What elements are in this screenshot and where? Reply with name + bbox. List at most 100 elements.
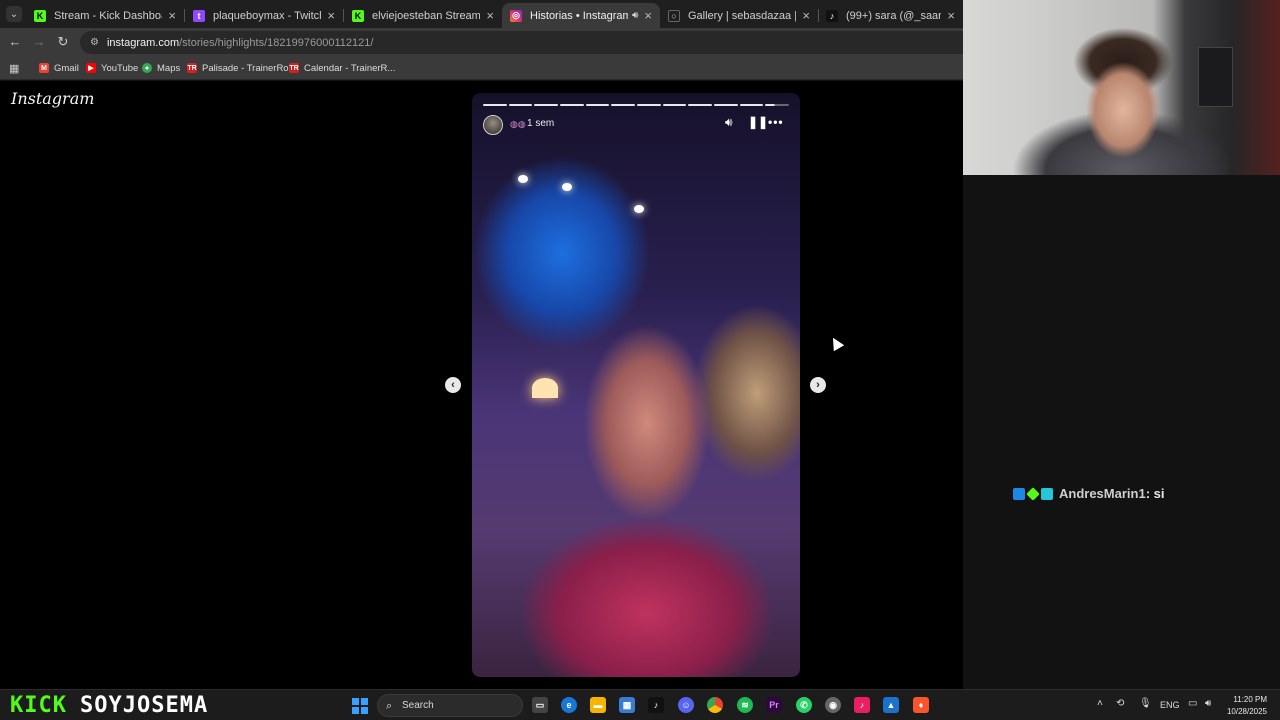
site-info-icon[interactable]: ⚙ [90, 37, 99, 48]
clock-time: 11:20 PM [1233, 695, 1267, 704]
mouse-cursor-icon [827, 334, 845, 352]
brave-icon[interactable]: ♦ [913, 697, 929, 713]
file-explorer-icon[interactable]: ▬ [590, 697, 606, 713]
obs-icon[interactable]: ◉ [825, 697, 841, 713]
story-progress-segment [688, 104, 713, 106]
bookmark-label: Palisade - TrainerRo... [202, 62, 297, 74]
stage-light [634, 205, 644, 213]
bookmark-label: Calendar - TrainerR... [304, 62, 396, 74]
language-indicator[interactable]: ENG [1160, 700, 1180, 710]
close-tab-icon[interactable]: × [802, 8, 810, 23]
story-viewer[interactable]: ◍◍ 1 sem 🔊︎ ❚❚ ••• [472, 93, 800, 677]
mute-icon[interactable]: 🔊︎ [725, 115, 733, 130]
tab-kick-dashboard[interactable]: K Stream - Kick Dashboard × [26, 3, 185, 28]
microphone-icon[interactable]: 🎙︎ [1139, 698, 1152, 709]
pause-icon[interactable]: ❚❚ [748, 115, 768, 129]
tiktok-studio-icon[interactable]: ♪ [854, 697, 870, 713]
tab-title: plaqueboymax - Twitch [213, 9, 322, 22]
tab-twitch[interactable]: t plaqueboymax - Twitch × [185, 3, 344, 28]
stage-light [562, 183, 572, 191]
discord-icon[interactable]: ☺ [678, 697, 694, 713]
network-icon[interactable]: ▭ [1188, 698, 1197, 709]
bookmark-maps[interactable]: ● Maps [142, 61, 180, 75]
story-progress-segment [739, 104, 764, 106]
tray-chevron-icon[interactable]: ˄ [1097, 698, 1103, 709]
reload-icon[interactable]: ↻ [55, 34, 71, 50]
close-tab-icon[interactable]: × [327, 8, 335, 23]
tab-search-menu-icon[interactable]: ⌄ [6, 6, 22, 22]
spotify-icon[interactable]: ≋ [737, 697, 753, 713]
tiktok-icon: ♪ [826, 9, 838, 22]
story-progress-segment [534, 104, 559, 106]
edge-icon[interactable]: e [561, 697, 577, 713]
story-progress-segment [662, 104, 687, 106]
story-progress-segment [611, 104, 636, 106]
forward-arrow-icon[interactable]: → [31, 34, 47, 50]
address-bar-row: ← → ↻ ⚙ instagram.com /stories/highlight… [0, 28, 963, 56]
bookmark-palisade[interactable]: TR Palisade - TrainerRo... [187, 61, 297, 75]
instagram-icon: ◎ [510, 9, 522, 22]
close-tab-icon[interactable]: × [947, 8, 955, 23]
url-field[interactable]: ⚙ instagram.com /stories/highlights/1821… [80, 31, 963, 54]
tab-tiktok[interactable]: ♪ (99+) sara (@_saaram_) | TikTok × [818, 3, 963, 28]
url-host: instagram.com [106, 36, 180, 49]
chat-message: AndresMarin1 : si [1013, 486, 1165, 501]
tab-title: Stream - Kick Dashboard [54, 9, 162, 22]
browser-tab-strip: ⌄ K Stream - Kick Dashboard × t plaquebo… [0, 0, 963, 28]
apps-grid-icon[interactable]: ▦ [9, 61, 19, 75]
url-path: /stories/highlights/18219976000112121/ [179, 36, 374, 49]
bookmark-gmail[interactable]: M Gmail [39, 61, 79, 75]
system-clock[interactable]: 11:20 PM 10/28/2025 [1223, 694, 1267, 718]
avatar[interactable] [483, 115, 503, 135]
volume-icon[interactable]: 🔊︎ [1205, 698, 1211, 709]
tab-instagram[interactable]: ◎ Historias • Instagram 🔊︎ × [502, 3, 660, 28]
previous-story-icon[interactable]: ‹ [445, 377, 461, 393]
chat-badge-icon [1013, 487, 1025, 500]
store-icon[interactable]: ▦ [619, 697, 635, 713]
taskbar-search-input[interactable]: ⌕ Search [377, 694, 523, 717]
photos-icon[interactable]: ▲ [883, 697, 899, 713]
close-tab-icon[interactable]: × [486, 8, 494, 23]
twitch-icon: t [193, 9, 205, 22]
stream-overlay-area [963, 175, 1280, 689]
windows-start-icon[interactable] [352, 698, 368, 714]
channel-name-overlay: SOYJOSEMA [80, 693, 209, 718]
search-label: Search [402, 700, 434, 711]
bookmarks-bar: ▦ M Gmail ▶ YouTube ● Maps TR Palisade -… [0, 56, 963, 80]
story-progress-segment [508, 104, 533, 106]
kick-icon: K [352, 9, 364, 22]
stage-light [532, 378, 558, 398]
chat-username: AndresMarin1 [1059, 486, 1146, 501]
sync-icon[interactable]: ⟲ [1116, 698, 1124, 709]
bookmark-label: Gmail [54, 62, 79, 74]
stage-light [518, 175, 528, 183]
whatsapp-icon[interactable]: ✆ [796, 697, 812, 713]
vsco-icon: ○ [668, 9, 680, 22]
search-icon: ⌕ [386, 700, 393, 712]
tab-title: Historias • Instagram [530, 9, 629, 22]
tab-vsco[interactable]: ○ Gallery | sebasdazaa | VSCO × [660, 3, 819, 28]
monitor-image [1198, 47, 1233, 107]
premiere-icon[interactable]: Pr [766, 697, 782, 713]
bookmark-youtube[interactable]: ▶ YouTube [86, 61, 138, 75]
windows-taskbar: KICK SOYJOSEMA ⌕ Search ▭ e ▬ ▦ ♪ ☺ ≋ Pr… [0, 689, 1280, 720]
instagram-logo[interactable]: Instagram [11, 89, 94, 108]
speaker-icon[interactable]: 🔊︎ [632, 10, 638, 21]
story-progress-segment [560, 104, 584, 106]
next-story-icon[interactable]: › [810, 377, 826, 393]
bookmark-calendar[interactable]: TR Calendar - TrainerR... [289, 61, 395, 75]
kick-brand-overlay: KICK [10, 693, 67, 718]
chat-badge-icon [1026, 486, 1040, 501]
task-view-icon[interactable]: ▭ [532, 697, 548, 713]
highlight-badge-icon: ◍◍ [510, 119, 526, 129]
story-progress-segment [637, 104, 661, 106]
back-arrow-icon[interactable]: ← [7, 34, 23, 50]
clock-date: 10/28/2025 [1226, 707, 1267, 716]
tab-kick-watch[interactable]: K elviejoesteban Stream - Watch × [344, 3, 502, 28]
close-tab-icon[interactable]: × [644, 8, 652, 23]
close-tab-icon[interactable]: × [168, 8, 176, 23]
more-options-icon[interactable]: ••• [768, 115, 784, 129]
bookmark-label: YouTube [101, 62, 139, 74]
chrome-icon[interactable] [707, 697, 723, 713]
tiktok-icon[interactable]: ♪ [648, 697, 664, 713]
